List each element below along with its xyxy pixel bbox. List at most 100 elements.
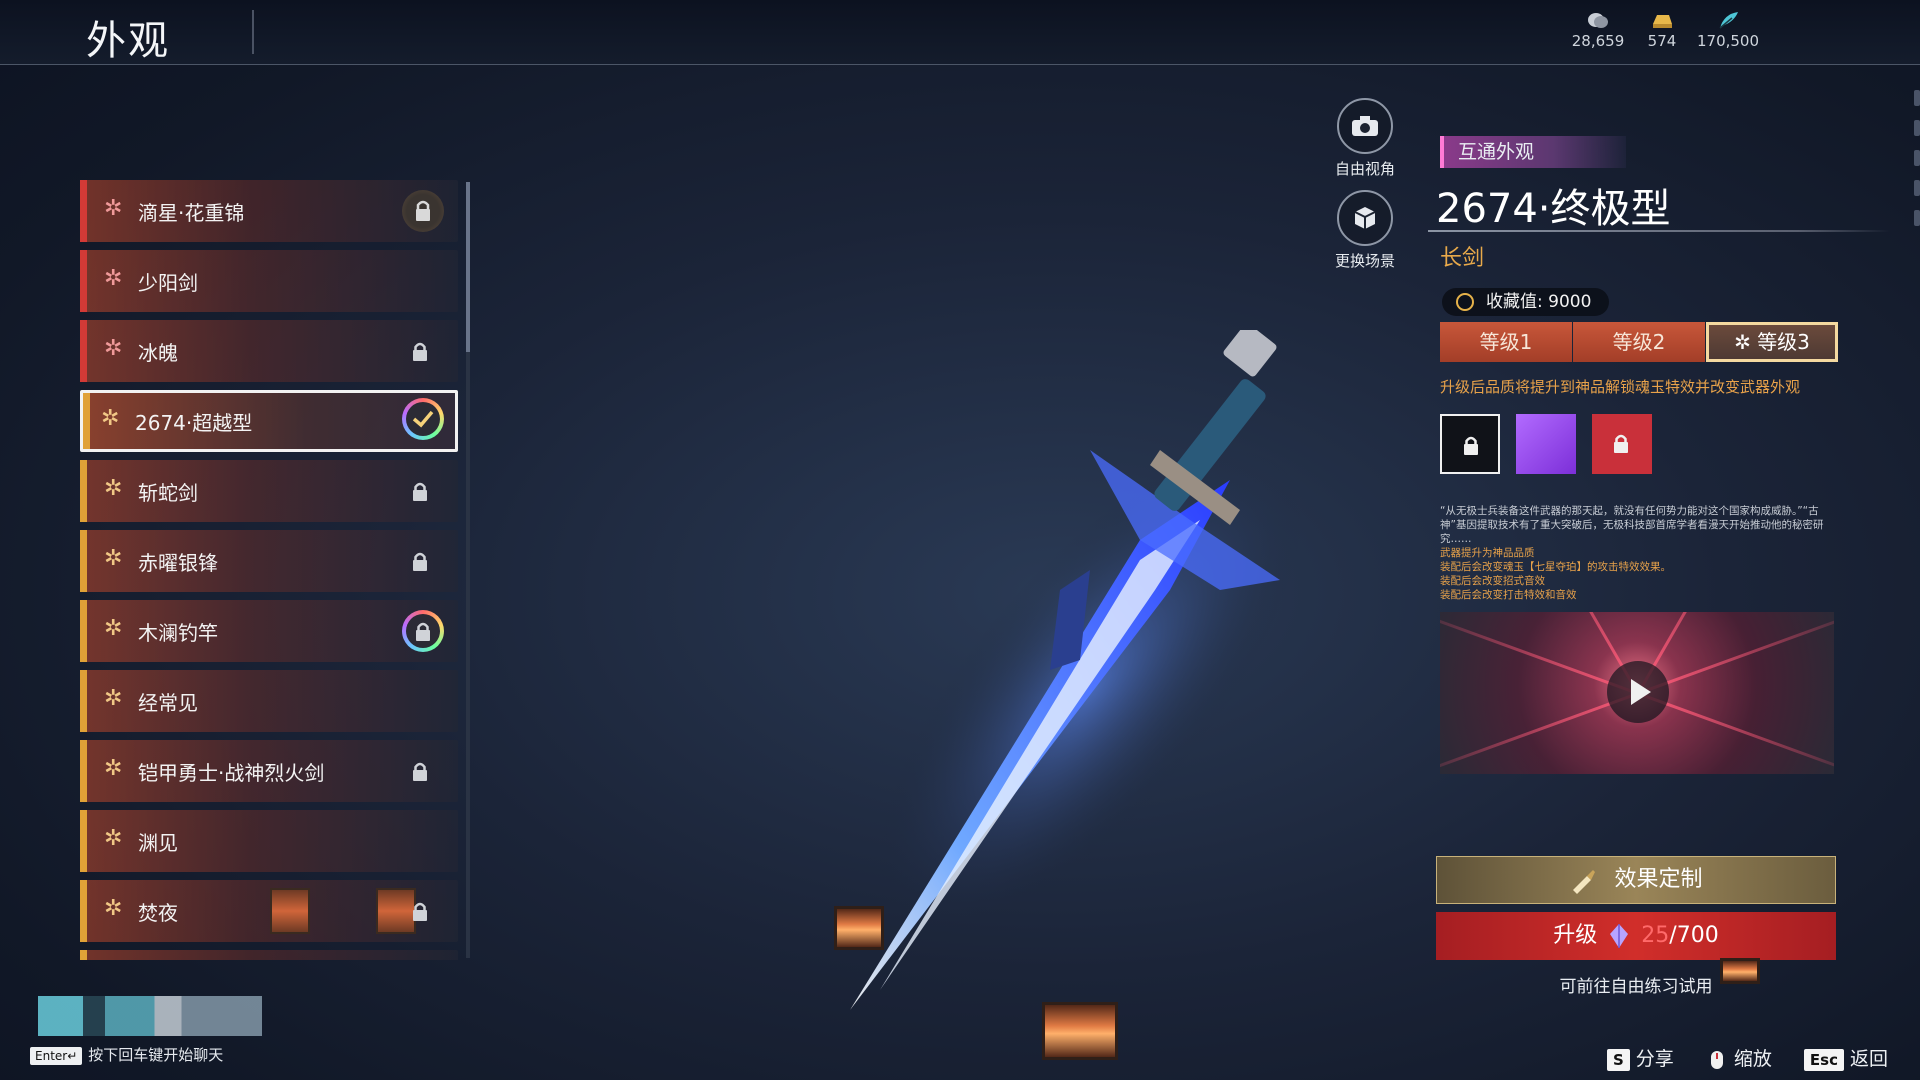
effect-custom-button[interactable]: 效果定制 <box>1436 856 1836 904</box>
back-button[interactable]: Esc 返回 <box>1803 1048 1888 1071</box>
equipped-check-icon <box>402 398 444 440</box>
list-item-selected[interactable]: ✲ 2674·超越型 <box>80 390 458 452</box>
upgrade-note: 升级后品质将提升到神品解锁魂玉特效并改变武器外观 <box>1440 378 1801 396</box>
play-icon[interactable] <box>1607 661 1669 723</box>
tab-level-2[interactable]: 等级2 <box>1573 322 1705 362</box>
star-icon: ✲ <box>104 476 123 501</box>
currency-feather-value: 170,500 <box>1696 32 1760 50</box>
list-item-name: 经常见 <box>138 691 198 715</box>
star-icon: ✲ <box>104 756 123 781</box>
upgrade-total-count: /700 <box>1669 923 1719 948</box>
effect-custom-label: 效果定制 <box>1614 867 1703 892</box>
effect-line: 装配后会改变魂玉【七星夺珀】的攻击特效效果。 <box>1440 561 1671 573</box>
list-item-name: 赤曜银锋 <box>138 551 218 575</box>
lore-quote: “从无极士兵装备这件武器的那天起，就没有任何势力能对这个国家构成威胁。”“古神”… <box>1440 505 1824 545</box>
weapon-skin-list[interactable]: ✲ 滴星·花重锦 ✲ 少阳剑 ✲ 冰魄 ✲ 2674·超越型 ✲ 斩蛇剑 ✲ 赤… <box>80 180 460 960</box>
title-underline <box>1428 230 1890 232</box>
list-item[interactable]: ✲ 少阳剑 <box>80 250 458 312</box>
effect-line: 装配后会改变招式音效 <box>1440 575 1545 587</box>
list-item[interactable]: ✲ 赤曜银锋 <box>80 530 458 592</box>
free-view-label: 自由视角 <box>1334 160 1395 178</box>
list-item-name: 铠甲勇士·战神烈火剑 <box>138 761 325 785</box>
lock-icon <box>413 762 427 781</box>
list-item-name: 2674·超越型 <box>135 411 253 435</box>
feather-icon <box>1719 12 1738 29</box>
lantern-icon <box>270 888 310 934</box>
color-swatch-black[interactable] <box>1440 414 1500 474</box>
star-icon: ✲ <box>104 196 123 221</box>
collection-coin-icon <box>1456 293 1474 311</box>
list-item[interactable] <box>80 950 458 960</box>
star-icon: ✲ <box>101 406 120 431</box>
lock-icon <box>413 552 427 571</box>
list-item[interactable]: ✲ 木澜钓竿 <box>80 600 458 662</box>
lore-text-block: “从无极士兵装备这件武器的那天起，就没有任何势力能对这个国家构成威胁。”“古神”… <box>1440 504 1840 602</box>
list-item-name: 冰魄 <box>138 341 178 365</box>
list-item[interactable]: ✲ 斩蛇剑 <box>80 460 458 522</box>
title-divider <box>252 10 254 54</box>
effect-line: 装配后会改变打击特效和音效 <box>1440 589 1577 601</box>
page-title: 外观 <box>86 18 170 64</box>
star-icon: ✲ <box>104 546 123 571</box>
right-edge-indicator <box>1912 90 1920 240</box>
list-item[interactable]: ✲ 经常见 <box>80 670 458 732</box>
scene-cube-icon <box>1354 207 1376 229</box>
tab-level-3[interactable]: ✲ 等级3 <box>1706 322 1838 362</box>
currency-gold-value: 574 <box>1647 32 1677 50</box>
tab-level-3-label: 等级3 <box>1757 330 1810 354</box>
brush-icon <box>1573 870 1596 894</box>
zoom-button[interactable]: 缩放 <box>1706 1048 1772 1070</box>
list-item-name: 少阳剑 <box>138 271 198 295</box>
upgrade-label: 升级 <box>1553 923 1598 948</box>
upgrade-button[interactable]: 升级 25/700 <box>1436 912 1836 960</box>
list-scrollbar[interactable] <box>466 182 470 958</box>
lock-icon <box>1614 434 1628 453</box>
color-swatch-red[interactable] <box>1592 414 1652 474</box>
top-bar: 外观 28,659 574 170,500 <box>0 0 1920 65</box>
free-view-button[interactable]: 自由视角 <box>1320 98 1410 179</box>
footer-actions: S 分享 缩放 Esc 返回 <box>1581 1044 1888 1071</box>
crossplay-skin-tag: 互通外观 <box>1440 136 1626 168</box>
share-key: S <box>1606 1049 1630 1071</box>
upgrade-current-count: 25 <box>1641 923 1670 948</box>
weapon-type: 长剑 <box>1440 246 1485 271</box>
star-icon: ✲ <box>104 266 123 291</box>
trial-hint: 可前往自由练习试用 <box>1559 977 1713 997</box>
star-icon: ✲ <box>104 826 123 851</box>
list-item-name: 木澜钓竿 <box>138 621 218 645</box>
currency-coins-value: 28,659 <box>1571 32 1625 50</box>
list-item-name: 焚夜 <box>138 901 178 925</box>
list-item[interactable]: ✲ 铠甲勇士·战神烈火剑 <box>80 740 458 802</box>
tab-level-1[interactable]: 等级1 <box>1440 322 1572 362</box>
lock-icon <box>413 902 427 921</box>
scrollbar-thumb[interactable] <box>466 182 470 352</box>
chat-hint: Enter↵ 按下回车键开始聊天 <box>30 1044 223 1065</box>
lock-icon <box>402 610 444 652</box>
share-label: 分享 <box>1635 1048 1674 1070</box>
lantern-icon <box>834 906 884 950</box>
crystal-icon <box>1610 924 1629 948</box>
share-button[interactable]: S 分享 <box>1606 1048 1674 1071</box>
list-item-name: 渊见 <box>138 831 178 855</box>
star-icon: ✲ <box>104 686 123 711</box>
star-icon: ✲ <box>1734 330 1758 354</box>
gold-ingot-icon <box>1653 15 1672 28</box>
chat-hint-label: 按下回车键开始聊天 <box>88 1046 224 1064</box>
change-scene-button[interactable]: 更换场景 <box>1320 190 1410 271</box>
lantern-icon <box>1042 1002 1118 1060</box>
list-item[interactable]: ✲ 渊见 <box>80 810 458 872</box>
lock-icon <box>413 342 427 361</box>
color-swatch-purple[interactable] <box>1516 414 1576 474</box>
list-item[interactable]: ✲ 滴星·花重锦 <box>80 180 458 242</box>
list-item-name: 滴星·花重锦 <box>138 201 245 225</box>
effect-preview-video[interactable] <box>1440 612 1834 774</box>
list-item[interactable]: ✲ 冰魄 <box>80 320 458 382</box>
mouse-icon <box>1710 1050 1723 1069</box>
list-item[interactable]: ✲ 焚夜 <box>80 880 458 942</box>
lock-icon <box>1464 436 1478 455</box>
enter-key-icon: Enter↵ <box>30 1047 83 1065</box>
effect-line: 武器提升为神品品质 <box>1440 547 1535 559</box>
collection-value: 收藏值: 9000 <box>1486 292 1592 312</box>
star-icon: ✲ <box>104 616 123 641</box>
star-icon: ✲ <box>104 896 123 921</box>
